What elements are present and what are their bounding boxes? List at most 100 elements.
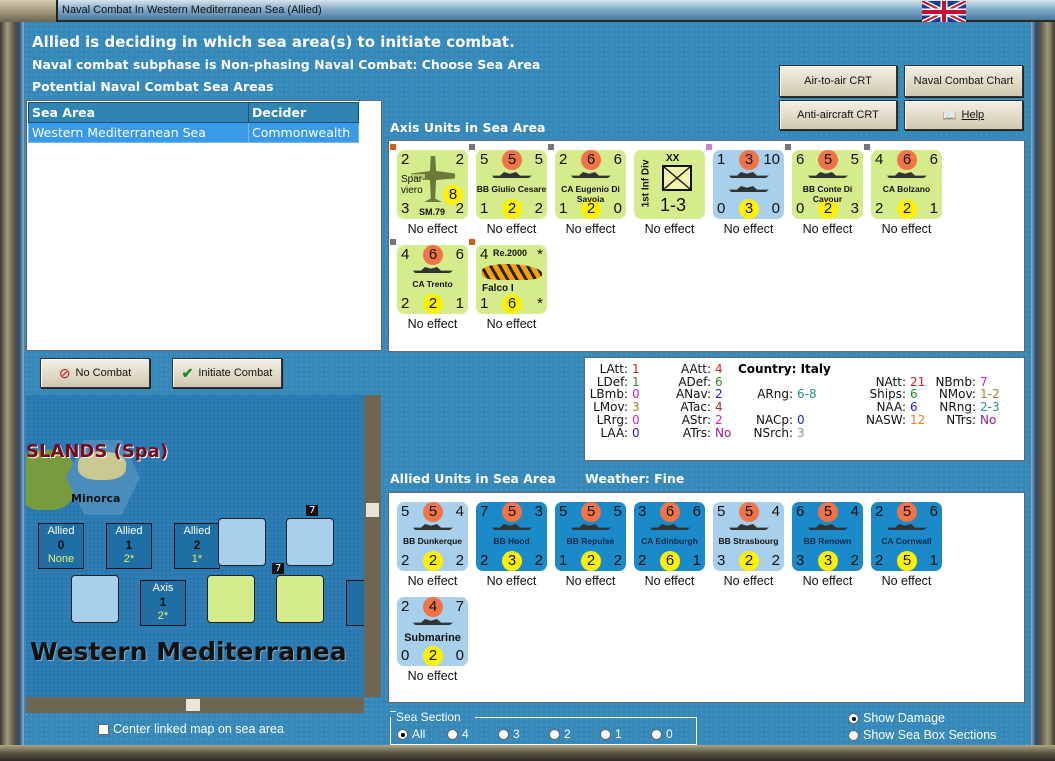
sea-box-allied-2[interactable]: Allied 2 1* (174, 523, 220, 569)
unit-counter[interactable]: 4 6 2 1 6 2 CA Bolzano (864, 144, 942, 219)
stack-count-badge: 7 (272, 563, 285, 574)
unit-counter[interactable]: 2 7 0 0 4 2 Submarine (397, 597, 468, 666)
sea-section-radio-2[interactable]: 2 (549, 727, 600, 741)
decider-cell[interactable]: Commonwealth (248, 122, 359, 143)
unit-slot: 4 * 1 * 6 Re.2000 Falco I No effect (469, 239, 555, 340)
checkbox-box[interactable] (98, 723, 109, 735)
map-counter-submarine[interactable] (218, 518, 266, 566)
linked-map[interactable]: Minorca SLANDS (Spa) Allied 0 None Allied 1… (26, 395, 364, 697)
factor-br: 1 (455, 295, 464, 312)
factor-tl: 2 (401, 598, 410, 615)
sea-box-allied-0[interactable]: Allied 0 None (38, 523, 84, 569)
factor-br: 2 (534, 552, 543, 569)
column-decider[interactable]: Decider (248, 102, 359, 123)
sea-section-radio-1[interactable]: 1 (600, 727, 651, 741)
unit-counter[interactable]: 5 5 1 2 5 2 BB Giulio Cesare (469, 144, 547, 219)
unit-counter[interactable]: 5 4 3 2 5 2 BB Strasbourg (713, 502, 784, 571)
no-combat-button[interactable]: ⊘ No Combat (40, 358, 150, 388)
scroll-thumb[interactable] (366, 503, 379, 517)
factor-tl: 7 (480, 503, 489, 520)
help-button[interactable]: 📖 Help (904, 100, 1023, 130)
weather-label: Weather: Fine (585, 471, 685, 486)
unit-counter[interactable]: 4 * 1 * 6 Re.2000 Falco I (469, 239, 547, 314)
ship-silhouette-icon (413, 524, 453, 530)
unit-counter[interactable]: XX 1st Inf Div 1-3 (634, 150, 705, 219)
radio-button[interactable] (651, 728, 662, 740)
radio-button[interactable] (498, 728, 509, 740)
map-counter-dunkerque[interactable] (286, 518, 334, 566)
map-counter-convoy[interactable] (71, 575, 119, 623)
factor-tl: 4 (875, 151, 884, 168)
sea-section-radio-3[interactable]: 3 (498, 727, 549, 741)
radio-button[interactable] (447, 728, 458, 740)
factor-br: 2 (534, 200, 543, 217)
factor-tr: 6 (613, 151, 622, 168)
unit-counter[interactable]: 6 5 0 3 5 2 BB Conte Di Cavour (785, 144, 863, 219)
show-damage-radio[interactable]: Show Damage (848, 711, 996, 725)
sea-area-list: Sea Area Decider Western Mediterranean Se… (26, 100, 382, 351)
sea-section-radio-0[interactable]: 0 (651, 727, 702, 741)
factor-tr: 4 (455, 503, 464, 520)
radio-button[interactable] (848, 729, 859, 741)
defense-factor: 2 (739, 551, 759, 571)
status-marker-icon (785, 144, 791, 150)
defense-factor: 2 (423, 551, 443, 571)
scroll-thumb[interactable] (186, 699, 200, 711)
unit-counter[interactable]: 2 6 1 0 6 2 CA Eugenio Di Savoia (548, 144, 626, 219)
unit-name: BB Conte Di Cavour (802, 184, 853, 204)
attack-factor: 6 (897, 150, 917, 170)
sea-box-allied-1[interactable]: Allied 1 2* (106, 523, 152, 569)
radio-button[interactable] (848, 712, 859, 724)
factor-tl: 5 (717, 503, 726, 520)
show-sea-box-sections-radio[interactable]: Show Sea Box Sections (848, 728, 996, 742)
factor-bl: 2 (401, 295, 410, 312)
initiate-combat-button[interactable]: ✔ Initiate Combat (172, 358, 282, 388)
column-sea-area[interactable]: Sea Area (28, 102, 249, 123)
table-row[interactable]: Western Mediterranean Sea Commonwealth (28, 122, 359, 143)
unit-counter[interactable]: 3 6 2 1 6 6 CA Edinburgh (634, 502, 705, 571)
sea-box-axis-partial[interactable]: A (346, 580, 364, 626)
stat-value-atrs: No (715, 425, 732, 440)
sea-area-cell[interactable]: Western Mediterranean Sea (28, 122, 249, 143)
unit-counter[interactable]: 2 6 2 1 5 5 CA Cornwall (871, 502, 942, 571)
stack-count-badge: 7 (306, 505, 319, 516)
unit-counter[interactable]: 1 10 0 0 3 3 (706, 144, 784, 219)
map-horizontal-scrollbar[interactable] (26, 697, 364, 713)
radio-button[interactable] (397, 728, 408, 740)
unit-slot: 3 6 2 1 6 6 CA Edinburgh No effect (634, 502, 713, 597)
map-counter-re2000[interactable] (207, 575, 255, 623)
map-vertical-scrollbar[interactable] (364, 395, 381, 697)
stat-label-atrs: ATrs: (682, 425, 711, 440)
window-menu-button[interactable] (0, 0, 58, 22)
radio-button[interactable] (549, 728, 560, 740)
box-count: 2* (123, 553, 135, 565)
air-to-air-crt-button[interactable]: Air-to-air CRT (779, 65, 897, 97)
combat-result: No effect (407, 317, 458, 331)
stat-value-nasw: 12 (910, 412, 926, 427)
unit-counter[interactable]: 6 4 3 2 5 3 BB Renown (792, 502, 863, 571)
center-map-checkbox[interactable]: Center linked map on sea area (98, 722, 284, 736)
defense-factor: 3 (818, 551, 838, 571)
sea-section-radio-all[interactable]: All (397, 727, 447, 741)
unit-counter[interactable]: 5 4 2 2 5 2 BB Dunkerque (397, 502, 468, 571)
unit-counter[interactable]: 2 2 3 2 8 Spar-viero SM.79 (390, 144, 468, 219)
factor-bl: 0 (717, 200, 726, 217)
factor-tr: * (537, 246, 543, 263)
sea-section-radio-4[interactable]: 4 (447, 727, 498, 741)
unit-counter[interactable]: 7 3 2 2 5 3 BB Hood (476, 502, 547, 571)
aircraft-type: SM.79 (419, 207, 446, 217)
stat-label-laa: LAA: (600, 425, 628, 440)
unit-counter[interactable]: 4 6 2 1 6 2 CA Trento (390, 239, 468, 314)
no-entry-icon: ⊘ (58, 364, 71, 381)
ship-silhouette-icon (650, 524, 690, 530)
sea-box-axis-1[interactable]: Axis 1 2* (140, 580, 186, 626)
defense-factor: 2 (502, 199, 522, 219)
ship-silhouette-icon (571, 172, 611, 178)
map-counter-sm79[interactable] (276, 575, 324, 623)
radio-button[interactable] (600, 728, 611, 740)
ship-silhouette-icon (808, 524, 848, 530)
sea-areas-label: Potential Naval Combat Sea Areas (32, 79, 274, 94)
anti-aircraft-crt-button[interactable]: Anti-aircraft CRT (779, 100, 897, 130)
unit-counter[interactable]: 5 5 1 2 5 2 BB Repulse (555, 502, 626, 571)
naval-combat-chart-button[interactable]: Naval Combat Chart (904, 65, 1023, 97)
